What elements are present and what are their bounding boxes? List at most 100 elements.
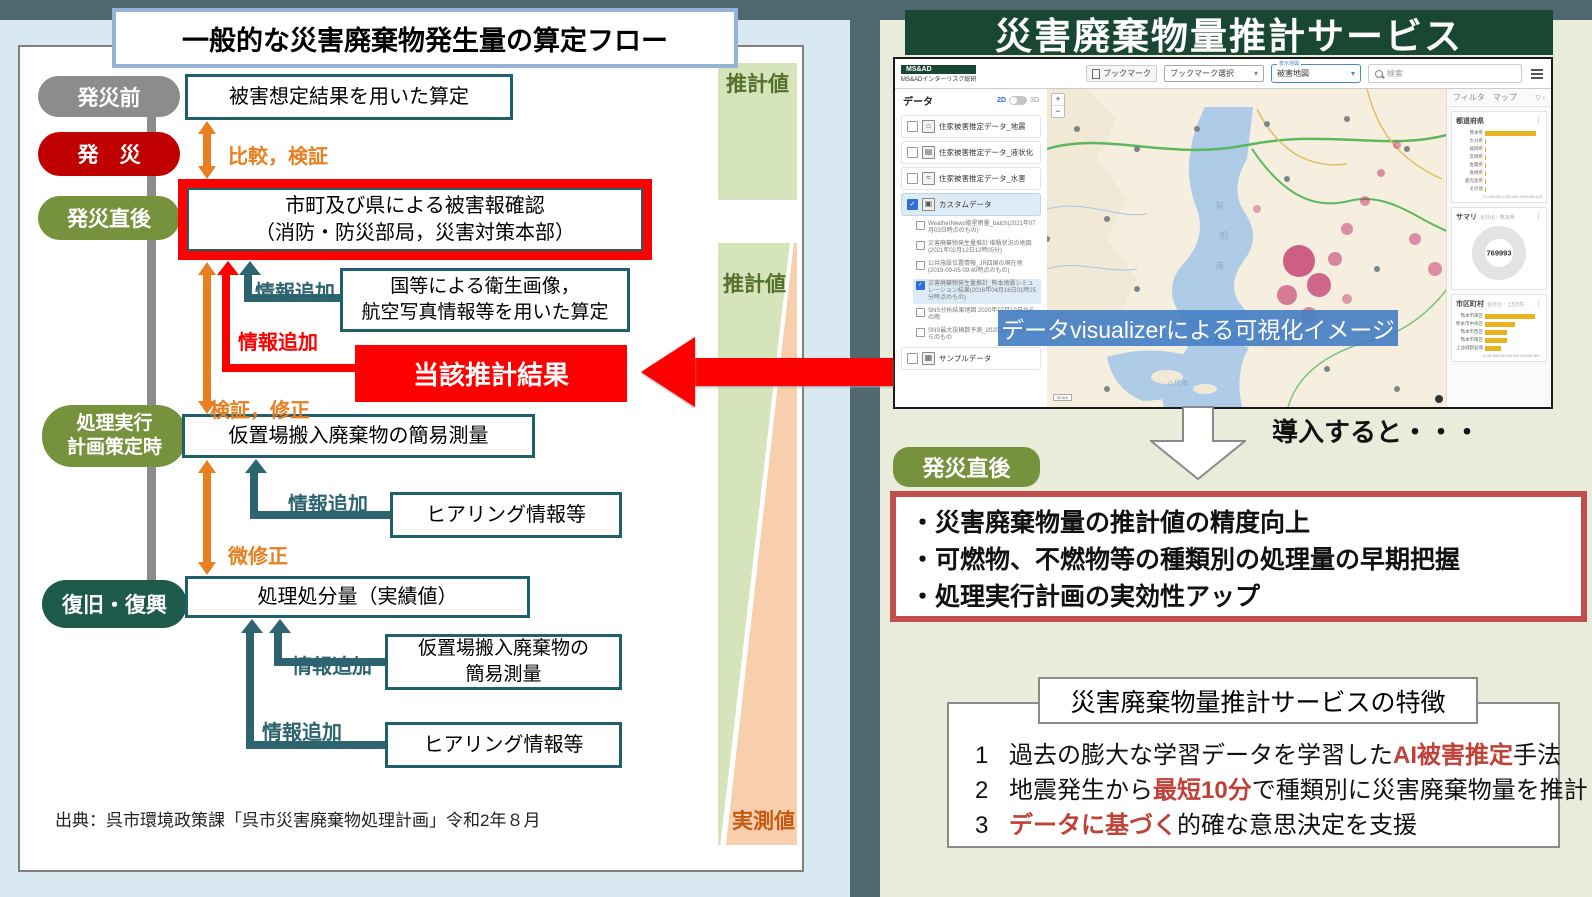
map-app-logo: MS&AD MS&ADインターリスク総研	[901, 65, 976, 83]
band-label-actual: 実測値	[732, 805, 795, 835]
bar-row: 熊本県	[1456, 129, 1542, 137]
search-input[interactable]: 検索	[1368, 64, 1522, 83]
bar	[1485, 187, 1486, 192]
box-label: ヒアリング情報等	[426, 502, 586, 528]
box-simple-measurement-2: 仮置場搬入廃棄物の 簡易測量	[385, 634, 622, 690]
box-disposal-amount: 処理処分量（実績値）	[185, 576, 530, 618]
feature-number: 3	[975, 808, 1009, 843]
compare-arrow	[198, 121, 216, 179]
box-damage-report-confirmation: 市町及び県による被害報確認 （消防・防災部局，災害対策本部）	[178, 179, 652, 260]
sublayer-label: 災害廃棄物発生量推計 堆積状況の地図(2021年02月12日12時05分)	[928, 241, 1038, 255]
bar	[1485, 163, 1486, 168]
tab-map[interactable]: マップ	[1493, 92, 1517, 103]
stage-label: 発災直後	[67, 203, 151, 233]
logo-subtitle: MS&ADインターリスク総研	[901, 74, 976, 83]
stage-label: 発災前	[78, 82, 141, 112]
kebab-menu-icon[interactable]: ⋮	[1535, 213, 1542, 221]
feature-highlight: データに基づく	[1009, 812, 1177, 839]
layer-item[interactable]: ✓▣カスタムデータ	[901, 193, 1041, 216]
kebab-menu-icon[interactable]: ⋮	[1535, 117, 1542, 125]
layer-checkbox[interactable]	[907, 121, 918, 132]
card-title: サマリ	[1456, 212, 1477, 222]
layer-item[interactable]: ⌂住家被害推定データ_地震	[901, 115, 1041, 138]
sublayer-item[interactable]: WeatherNews衛星雨量_batch(2021年07月03日時点のもの)	[913, 219, 1041, 237]
band-label-estimated: 推計値	[718, 63, 797, 98]
layer-label: カスタムデータ	[939, 199, 992, 210]
box-label: 市町及び県による被害報確認	[285, 193, 544, 220]
chevron-down-icon: ▾	[1351, 69, 1355, 78]
bookmark-select-value: ブックマーク選択	[1170, 68, 1234, 79]
layer-checkbox[interactable]	[907, 147, 918, 158]
map-app-topbar: MS&AD MS&ADインターリスク総研 ブックマーク ブックマーク選択 ▾ 表…	[895, 59, 1551, 89]
zoom-in-button[interactable]: +	[1052, 94, 1064, 105]
sublayer-checkbox[interactable]: ✓	[916, 281, 925, 290]
filter-card: 市区町村合計(t)・上位5件⋮熊本市東区熊本市中央区熊本市西区熊本市南区上益城郡…	[1451, 294, 1547, 362]
sublayer-label: 災害廃棄物発生量推計_熊本地震シミュレーション結果(2016年04月16日01時…	[928, 281, 1038, 302]
bar-label: 鹿児島県	[1456, 178, 1483, 184]
down-arrow	[1150, 406, 1246, 480]
bookmark-button-label: ブックマーク	[1103, 68, 1151, 79]
box-label: ヒアリング情報等	[424, 732, 584, 758]
label-info-add-1: 情報追加	[255, 276, 335, 305]
box-hearing-info: ヒアリング情報等	[390, 492, 622, 538]
layer-checkbox[interactable]	[907, 173, 918, 184]
layer-item[interactable]: ≈住家被害推定データ_水害	[901, 167, 1041, 190]
map-graphic: 有 明 海 八代海	[1047, 89, 1447, 407]
liq-icon: ▤	[922, 146, 935, 159]
sublayer-checkbox[interactable]	[916, 261, 925, 270]
label-compare-verify: 比較，検証	[228, 140, 328, 169]
bar-row: 佐賀県	[1456, 161, 1542, 169]
box-satellite-imagery: 国等による衛生画像， 航空写真情報等を用いた算定	[340, 268, 630, 332]
filter-panel-header: フィルタ マップ ▽ ›	[1447, 89, 1551, 107]
sublayer-item[interactable]: ✓災害廃棄物発生量推計_熊本地震シミュレーション結果(2016年04月16日01…	[913, 279, 1041, 304]
donut-total-value: 769993	[1486, 249, 1511, 258]
map-zoom-controls[interactable]: + −	[1051, 93, 1065, 118]
bar-axis: 0 1,000,000 2,000,000 3,000,000 4,000,00…	[1456, 195, 1542, 199]
layer-label: サンプルデータ	[939, 353, 991, 364]
layer-item[interactable]: ▤ 住家被害推定データ_液状化	[901, 141, 1041, 164]
service-title: 災害廃棄物量推計サービス	[905, 10, 1553, 55]
bar-row: 鹿児島県	[1456, 177, 1542, 185]
bookmark-select[interactable]: ブックマーク選択 ▾	[1164, 65, 1264, 82]
menu-icon[interactable]	[1531, 73, 1543, 75]
msad-logo: MS&AD	[901, 65, 976, 74]
sublayer-checkbox[interactable]	[916, 221, 925, 230]
collapse-icon[interactable]: ▽ ›	[1535, 94, 1545, 102]
tab-filter[interactable]: フィルタ	[1453, 92, 1485, 103]
map-type-label: 表示地図	[1277, 60, 1301, 67]
box-label: 簡易測量	[465, 662, 541, 688]
teal-elbow1-arrowhead	[239, 261, 261, 275]
dimension-toggle[interactable]	[1009, 96, 1027, 105]
layer-item[interactable]: ▦サンプルデータ	[901, 347, 1041, 370]
layer-label: 住家被害推定データ_水害	[939, 173, 1026, 184]
map-type-select[interactable]: 表示地図 被害地図 ▾	[1271, 64, 1361, 83]
bar	[1485, 139, 1486, 144]
kebab-menu-icon[interactable]: ⋮	[1535, 300, 1542, 308]
map-attribution-button[interactable]	[1435, 395, 1443, 403]
minor-fix-arrow	[198, 460, 216, 575]
layer-checkbox[interactable]	[907, 353, 918, 364]
search-icon	[1375, 70, 1383, 78]
sublayer-checkbox[interactable]	[916, 328, 925, 337]
bookmark-button[interactable]: ブックマーク	[1086, 65, 1157, 82]
layer-label: 住家被害推定データ_液状化	[939, 147, 1033, 158]
bar-label: 長崎県	[1456, 170, 1483, 176]
sublayer-checkbox[interactable]	[916, 308, 925, 317]
zoom-out-button[interactable]: −	[1052, 105, 1064, 117]
bar-label: 熊本市南区	[1456, 337, 1483, 343]
house-icon: ⌂	[922, 120, 935, 133]
feature-number: 2	[975, 773, 1009, 808]
bar-row: 熊本市中央区	[1456, 320, 1542, 328]
stage-pill-pre-disaster: 発災前	[38, 76, 180, 117]
sublayer-checkbox[interactable]	[916, 241, 925, 250]
sublayer-item[interactable]: 公共施設位置情報_JR四国の現在地(2019-09-05 09:40時点のもの)	[913, 259, 1041, 277]
layer-checkbox[interactable]: ✓	[907, 199, 918, 210]
box-estimation-result: 当該推計結果	[355, 345, 627, 402]
label-verify-fix: 検証，修正	[210, 394, 310, 423]
bar	[1485, 171, 1486, 176]
sublayer-item[interactable]: 災害廃棄物発生量推計 堆積状況の地図(2021年02月12日12時05分)	[913, 239, 1041, 257]
stage-pill-just-after-right: 発災直後	[893, 447, 1040, 487]
map-canvas[interactable]: 有 明 海 八代海 + − 50 km	[1047, 89, 1447, 407]
feature-text: 手法	[1513, 742, 1561, 769]
filter-card: サマリ合計(t)・熊本県⋮769993	[1451, 207, 1547, 290]
